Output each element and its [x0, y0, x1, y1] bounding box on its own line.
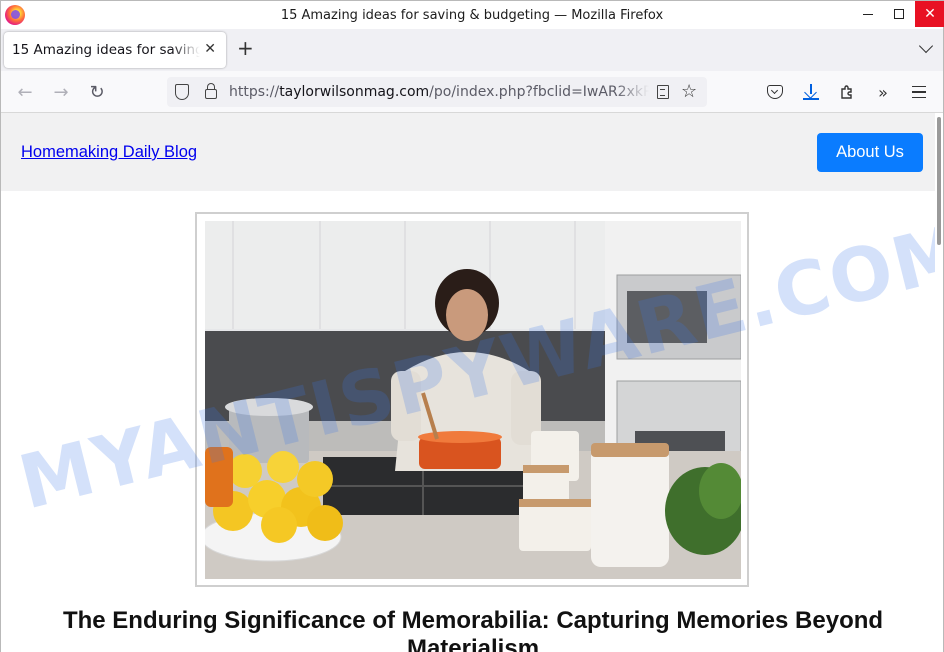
menu-icon[interactable]	[909, 82, 929, 102]
article-title: The Enduring Significance of Memorabilia…	[62, 607, 884, 652]
close-window-button[interactable]: ✕	[915, 1, 944, 27]
nav-bar: ← → ↻ https://taylorwilsonmag.com/po/ind…	[1, 71, 943, 113]
hero-image-frame	[195, 212, 749, 587]
minimize-button[interactable]	[853, 1, 883, 27]
pocket-icon[interactable]	[765, 82, 785, 102]
overflow-icon[interactable]: »	[873, 82, 893, 102]
back-icon[interactable]: ←	[15, 82, 35, 103]
download-icon[interactable]	[801, 82, 821, 102]
list-all-tabs-icon[interactable]	[918, 38, 934, 54]
page-scrollbar[interactable]	[935, 113, 943, 652]
reload-icon[interactable]: ↻	[87, 82, 107, 103]
tab-title: 15 Amazing ideas for saving & budgeting	[12, 42, 200, 58]
scrollbar-thumb[interactable]	[937, 117, 941, 245]
tab-close-icon[interactable]: ✕	[204, 41, 216, 57]
brand-link[interactable]: Homemaking Daily Blog	[21, 143, 197, 162]
lock-icon[interactable]	[205, 83, 217, 99]
reader-view-icon[interactable]	[657, 85, 669, 99]
close-icon: ✕	[924, 6, 936, 22]
new-tab-icon[interactable]: +	[237, 38, 254, 58]
shield-icon[interactable]	[175, 84, 189, 100]
url-path: /po/index.php?fbclid=IwAR2xkP	[429, 84, 649, 100]
site-header: Homemaking Daily Blog About Us	[1, 113, 935, 191]
extensions-icon[interactable]	[837, 82, 857, 102]
tab-active[interactable]: 15 Amazing ideas for saving & budgeting …	[4, 32, 226, 68]
url-prefix: https://	[229, 84, 280, 100]
maximize-button[interactable]	[884, 1, 914, 27]
title-bar: 15 Amazing ideas for saving & budgeting …	[1, 1, 944, 31]
bookmark-star-icon[interactable]: ☆	[681, 81, 697, 102]
window-title: 15 Amazing ideas for saving & budgeting …	[280, 8, 664, 23]
url-text[interactable]: https://taylorwilsonmag.com/po/index.php…	[229, 84, 649, 100]
maximize-icon	[894, 9, 904, 19]
page-viewport: Homemaking Daily Blog About Us The Endur…	[1, 113, 943, 652]
minimize-icon	[863, 13, 873, 15]
forward-icon[interactable]: →	[51, 82, 71, 103]
tab-strip: 15 Amazing ideas for saving & budgeting …	[1, 29, 943, 71]
hero-image	[205, 221, 741, 579]
about-us-button[interactable]: About Us	[817, 133, 923, 172]
url-domain: taylorwilsonmag.com	[279, 84, 430, 100]
url-bar[interactable]: https://taylorwilsonmag.com/po/index.php…	[167, 77, 707, 107]
